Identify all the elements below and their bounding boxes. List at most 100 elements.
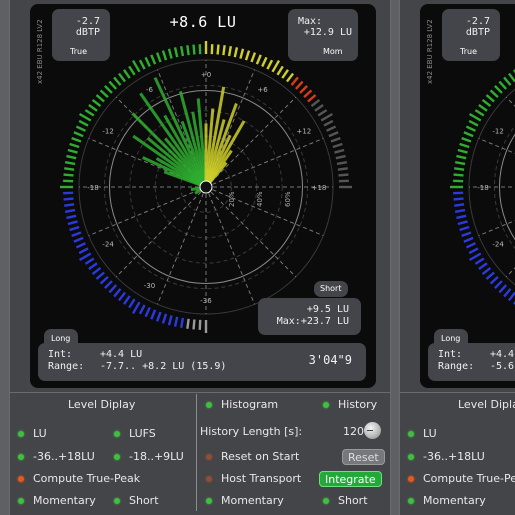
ring-tick — [131, 59, 141, 73]
ring-tick — [179, 317, 185, 329]
radio-range-36-2-label: -36..+18LU — [423, 450, 485, 463]
ring-tick — [167, 48, 173, 59]
long-box-2[interactable]: Int: +4.4 Range: -5.6 — [428, 343, 515, 381]
ring-tick — [78, 247, 89, 255]
radio-short-right[interactable]: Short — [323, 494, 368, 507]
ring-tick — [161, 313, 168, 324]
ring-tick — [478, 103, 488, 112]
ring-tick — [328, 131, 339, 138]
level-display-heading: Level Diplay — [68, 398, 136, 411]
ring-tick — [69, 225, 80, 232]
short-max: Max:+23.7 LU — [276, 316, 349, 327]
ring-tick — [186, 45, 190, 56]
ring-tick — [186, 318, 190, 329]
history-length-value: 120 — [343, 425, 364, 438]
ring-tick — [99, 89, 109, 99]
radio-momentary[interactable]: Momentary — [18, 494, 96, 507]
ring-tick — [144, 307, 151, 318]
ring-tick — [303, 89, 313, 99]
radio-range-36-2[interactable]: -36..+18LU — [408, 450, 485, 463]
radio-range-36[interactable]: -36..+18LU — [18, 450, 95, 463]
radar-meter-display: +0 -6 +6 -12 +12 -18 +18 -24 -30 -36 20% 40% 60% x42… — [30, 4, 376, 388]
short-box[interactable]: +9.5 LU Max:+23.7 LU — [258, 298, 361, 335]
history-length-knob[interactable] — [364, 422, 381, 439]
ring-tick — [71, 231, 82, 238]
ring-tick — [173, 47, 179, 58]
ring-tick — [95, 271, 105, 280]
ring-tick — [78, 252, 92, 262]
range-value-2: -5.6 — [490, 361, 515, 372]
radio-short[interactable]: Short — [114, 494, 159, 507]
ring-tick — [84, 109, 95, 117]
ring-tick — [338, 173, 349, 177]
ring-tick — [161, 50, 168, 61]
integrate-button[interactable]: Integrate — [319, 471, 382, 487]
radio-momentary-2[interactable]: Momentary — [408, 494, 486, 507]
ring-tick — [454, 160, 466, 166]
ring-tick — [84, 257, 95, 265]
ring-tick — [122, 69, 131, 79]
radio-momentary-right[interactable]: Momentary — [206, 494, 284, 507]
checkbox-compute-true-peak-2[interactable]: Compute True-Pe — [408, 472, 515, 485]
ring-tick — [474, 109, 485, 117]
checkbox-host-transport[interactable]: Host Transport — [206, 472, 301, 485]
ring-tick — [131, 301, 141, 315]
radio-lu-2-label: LU — [423, 427, 437, 440]
led-active-icon — [408, 475, 414, 482]
ring-tick — [108, 284, 118, 294]
ring-tick — [91, 98, 102, 107]
radio-lu-2[interactable]: LU — [408, 427, 437, 440]
ring-tick — [122, 295, 131, 305]
ring-tick — [286, 72, 295, 83]
long-tag-2: Long — [441, 334, 461, 343]
controls-separator — [10, 392, 390, 393]
ring-tick — [179, 45, 185, 57]
led-on-icon — [408, 430, 414, 437]
ring-tick — [335, 154, 346, 160]
ebur128-plugin-window-2: -12-18-24-3 x42 EBU R128 LV2 -2.7 dBTP T… — [399, 0, 515, 515]
ring-tick — [461, 231, 472, 238]
radar-spoke — [478, 137, 515, 154]
int-label-2: Int: — [438, 349, 463, 360]
ring-tick — [73, 131, 84, 138]
ring-tick — [64, 208, 76, 214]
scale-label: +12 — [296, 128, 311, 136]
ring-tick — [307, 94, 317, 103]
radio-history[interactable]: History — [323, 398, 377, 411]
led-active-icon — [18, 475, 24, 482]
ring-tick — [320, 112, 334, 122]
ring-tick — [463, 236, 474, 243]
ring-tick — [507, 72, 515, 83]
ring-tick — [463, 131, 474, 138]
ring-tick — [334, 148, 345, 154]
radio-lu[interactable]: LU — [18, 427, 47, 440]
compute-true-peak-label: Compute True-Peak — [33, 472, 141, 485]
ring-tick — [75, 125, 86, 132]
ring-tick — [227, 45, 233, 57]
ring-tick — [465, 242, 476, 249]
range-label-2: Range: — [438, 361, 475, 372]
reset-button[interactable]: Reset — [342, 449, 385, 465]
pct-label: 20% — [228, 191, 236, 207]
ring-tick — [456, 154, 467, 160]
ring-tick — [99, 275, 109, 285]
radio-momentary-label: Momentary — [33, 494, 96, 507]
radio-lufs[interactable]: LUFS — [114, 427, 156, 440]
scale-label: -36 — [200, 297, 212, 305]
ring-tick — [67, 148, 78, 154]
range-label: Range: — [48, 361, 85, 372]
scale-label: -24 — [102, 241, 114, 249]
checkbox-reset-on-start[interactable]: Reset on Start — [206, 450, 299, 463]
ring-tick — [239, 48, 245, 59]
ring-tick — [468, 112, 482, 122]
ring-tick — [507, 291, 515, 302]
checkbox-compute-true-peak[interactable]: Compute True-Peak — [18, 472, 140, 485]
radio-short-label: Short — [129, 494, 159, 507]
ring-tick — [64, 160, 76, 166]
radio-range-18[interactable]: -18..+9LU — [114, 450, 184, 463]
ring-tick — [128, 65, 136, 76]
radio-histogram[interactable]: Histogram — [206, 398, 278, 411]
ring-tick — [244, 50, 251, 61]
long-box[interactable]: Int: +4.4 LU Range: -7.7.. +8.2 LU (15.9… — [38, 343, 366, 381]
led-on-icon — [18, 430, 24, 437]
